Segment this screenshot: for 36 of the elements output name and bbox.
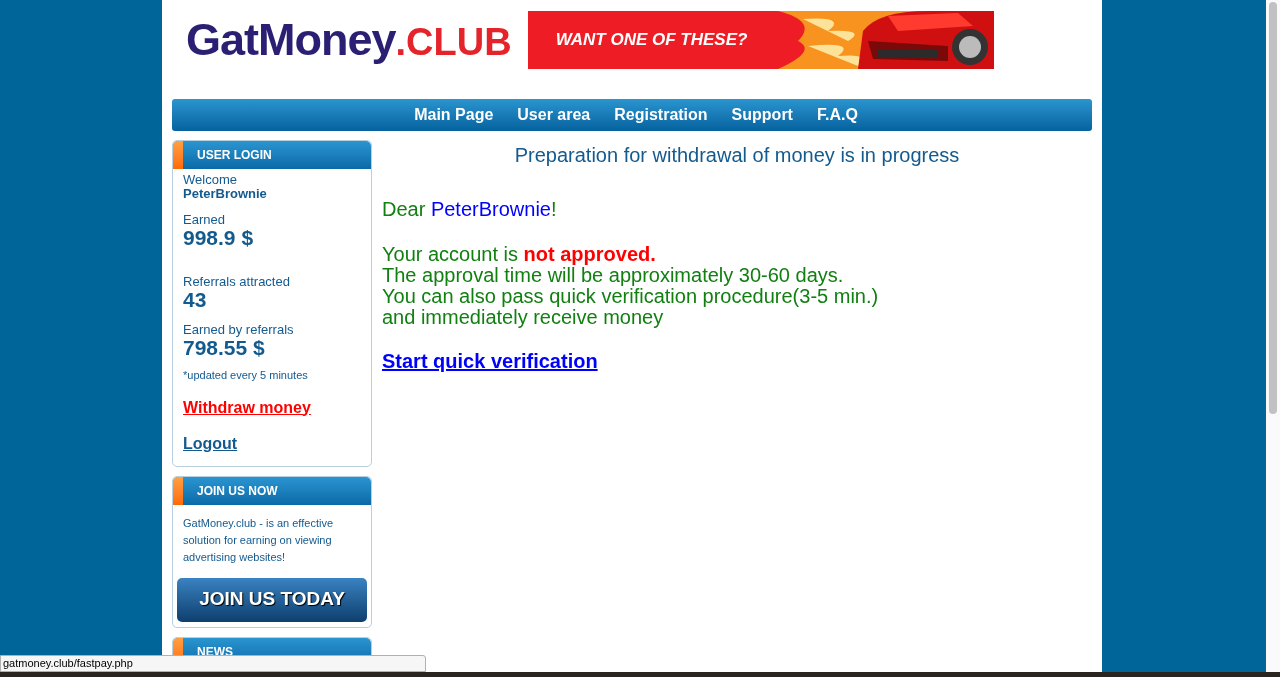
logo-suffix: .CLUB [395, 19, 512, 63]
banner-text: WANT ONE OF THESE? [555, 28, 749, 51]
verification-link[interactable]: Start quick verification [382, 346, 598, 376]
scrollbar[interactable] [1266, 0, 1280, 672]
nav-link[interactable]: User area [517, 103, 591, 127]
header-accent [173, 476, 183, 505]
logo-text: GatMoney [186, 12, 396, 67]
message-line: You can also pass quick verification procedure(3-5 min.) [382, 286, 880, 307]
site-logo[interactable]: GatMoney.CLUB [186, 5, 512, 74]
stat-label: Referrals attracted [183, 275, 291, 289]
update-note: *updated every 5 minutes [183, 368, 309, 383]
logout-link[interactable]: Logout [183, 431, 238, 456]
nav-link[interactable]: Main Page [414, 103, 494, 127]
stat-label: Earned by referrals [183, 323, 295, 337]
nav-link[interactable]: Support [731, 103, 793, 127]
join-description: GatMoney.club - is an effective solution for earning on viewing advertising websites! [182, 515, 334, 565]
message-line: Your account is not approved. [382, 244, 657, 265]
page-heading: Preparation for withdrawal of money is in progress [513, 143, 961, 168]
stat-value: 798.55 $ [183, 337, 266, 359]
stat-value: 998.9 $ [183, 227, 255, 249]
box-title: USER LOGIN [196, 147, 272, 164]
ad-banner[interactable]: WANT ONE OF THESE? [527, 10, 994, 69]
username: PeterBrownie [183, 187, 268, 201]
withdraw-link[interactable]: Withdraw money [183, 395, 361, 420]
stat-label: Earned [183, 213, 226, 227]
header-accent [173, 141, 183, 169]
status-bar-url: gatmoney.club/fastpay.php [0, 655, 426, 672]
welcome-label: Welcome [183, 173, 238, 187]
join-button[interactable]: JOIN US TODAY [177, 577, 367, 622]
nav-link[interactable]: F.A.Q [816, 103, 858, 127]
message-line: and immediately receive money [382, 307, 665, 328]
box-title: JOIN US NOW [196, 482, 278, 500]
message-line: The approval time will be approximately 30-60 days. [382, 265, 845, 286]
greeting: Dear PeterBrownie! [382, 197, 558, 222]
nav-link[interactable]: Registration [614, 103, 708, 127]
stat-value: 43 [183, 289, 208, 311]
